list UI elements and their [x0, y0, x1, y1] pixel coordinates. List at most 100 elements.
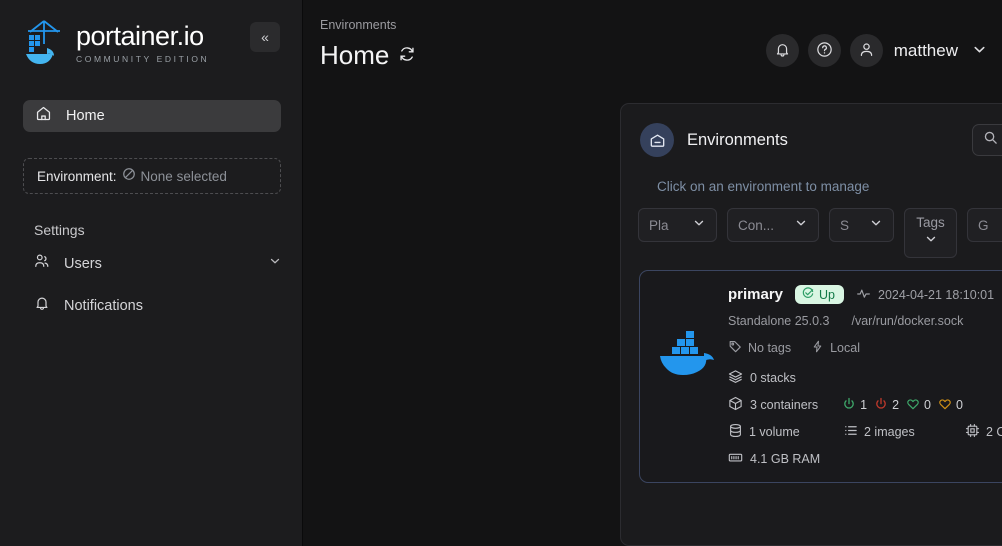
sidebar: portainer.io COMMUNITY EDITION « Home En…: [0, 0, 303, 546]
app-root: portainer.io COMMUNITY EDITION « Home En…: [0, 0, 1002, 546]
stat-volumes: 1 volume: [728, 423, 836, 441]
box-icon: [728, 396, 743, 414]
stat-images: 2 images: [843, 423, 958, 441]
stat-cpu: 2 CPU: [965, 423, 1002, 441]
notifications-button[interactable]: [765, 34, 799, 67]
filter-tags[interactable]: Tags: [904, 208, 957, 258]
home-icon: [35, 105, 52, 127]
environment-selector[interactable]: Environment: None selected: [23, 158, 281, 194]
chevron-down-icon: [869, 216, 883, 235]
heart-icon: [938, 397, 952, 414]
containers-unhealthy-value: 0: [955, 398, 963, 412]
environments-panel-title: Environments: [687, 130, 788, 149]
page-title: Home: [320, 40, 390, 70]
filter-groups[interactable]: G: [967, 208, 1002, 242]
stat-stacks: 0 stacks: [728, 369, 1002, 387]
containers-running: 1: [842, 397, 867, 414]
sidebar-item-users[interactable]: Users: [0, 247, 302, 280]
user-menu-button[interactable]: [971, 41, 988, 61]
users-icon: [34, 253, 50, 274]
environment-tags: No tags: [728, 339, 791, 356]
containers-stopped: 2: [874, 397, 899, 414]
environment-tags-label: No tags: [748, 340, 792, 355]
stat-resources: 1 volume 2 images 2: [728, 423, 1002, 441]
containers-healthy: 0: [906, 397, 931, 414]
header-actions: matthew: [765, 18, 1002, 71]
logo-subtitle: COMMUNITY EDITION: [76, 53, 210, 64]
list-icon: [843, 423, 858, 441]
heartbeat: 2024-04-21 18:10:01: [856, 286, 994, 304]
bell-icon: [34, 295, 50, 316]
environments-icon: [640, 123, 674, 157]
heart-icon: [906, 397, 920, 414]
containers-running-value: 1: [860, 398, 868, 412]
stat-images-label: 2 images: [864, 425, 915, 439]
tag-icon: [728, 339, 742, 356]
sidebar-item-notifications[interactable]: Notifications: [0, 289, 302, 322]
avatar[interactable]: [849, 34, 883, 67]
breadcrumb[interactable]: Environments: [320, 18, 766, 32]
environments-panel: Environments Click on an environment to …: [620, 103, 1002, 546]
environment-card[interactable]: primary Up 2024-04-21 18:10:01 Standalon…: [639, 270, 1002, 483]
power-icon: [842, 397, 856, 414]
memory-icon: [728, 450, 743, 468]
status-badge: Up: [795, 285, 845, 304]
status-badge-label: Up: [819, 287, 836, 302]
chevron-down-icon: [794, 216, 808, 235]
containers-stopped-value: 2: [892, 398, 900, 412]
power-icon: [874, 397, 888, 414]
no-entry-icon: [122, 167, 136, 186]
filter-platform-label: Pla: [649, 217, 669, 233]
environments-panel-header: Environments: [621, 122, 1002, 158]
stat-cpu-label: 2 CPU: [986, 425, 1002, 439]
pagination-footer: Items per page 10: [621, 483, 1002, 531]
main-content: Environments Home matthew Environments C…: [303, 0, 1002, 546]
bell-icon: [774, 41, 791, 61]
question-circle-icon: [815, 40, 834, 62]
environment-type: Standalone 25.0.3: [728, 314, 830, 328]
stat-stacks-label: 0 stacks: [750, 371, 796, 385]
stat-volumes-label: 1 volume: [749, 425, 800, 439]
environment-selector-value: None selected: [140, 168, 227, 184]
stat-ram: 4.1 GB RAM: [728, 450, 1002, 468]
sidebar-collapse-button[interactable]: «: [250, 22, 280, 52]
filter-groups-label: G: [978, 217, 989, 233]
chevron-down-icon: [971, 41, 988, 61]
page-header: Environments Home matthew: [303, 0, 1002, 71]
chevron-down-icon: [692, 216, 706, 235]
sidebar-section-settings: Settings: [34, 222, 85, 238]
user-icon: [858, 41, 875, 61]
filter-platform[interactable]: Pla: [638, 208, 717, 242]
filter-bar: Pla Con... S Tags G: [621, 194, 1002, 258]
sidebar-item-home[interactable]: Home: [23, 100, 281, 132]
filter-connection[interactable]: Con...: [727, 208, 819, 242]
environment-name: primary: [728, 286, 784, 303]
environment-card-body: primary Up 2024-04-21 18:10:01 Standalon…: [640, 271, 1002, 482]
heartbeat-value: 2024-04-21 18:10:01: [878, 287, 995, 302]
panel-hint: Click on an environment to manage: [657, 179, 870, 194]
environment-selector-label: Environment:: [37, 168, 117, 184]
chevron-down-icon: [924, 232, 938, 251]
portainer-logo-icon: [22, 18, 66, 68]
sidebar-item-notifications-label: Notifications: [64, 297, 143, 314]
stat-containers: 3 containers 1 2 0 0: [728, 396, 1002, 414]
refresh-button[interactable]: [398, 45, 416, 66]
environment-local-label: Local: [830, 340, 860, 355]
sidebar-item-home-label: Home: [66, 108, 105, 124]
layers-icon: [728, 369, 743, 387]
chevron-down-icon[interactable]: [268, 254, 282, 273]
containers-unhealthy: 0: [938, 397, 963, 414]
environment-local: Local: [811, 339, 860, 356]
user-name: matthew: [893, 40, 958, 60]
stat-ram-label: 4.1 GB RAM: [750, 452, 821, 466]
environment-url: /var/run/docker.sock: [851, 314, 964, 328]
filter-connection-label: Con...: [738, 217, 775, 233]
search-box[interactable]: [972, 124, 1002, 156]
filter-status[interactable]: S: [829, 208, 894, 242]
activity-icon: [856, 286, 871, 304]
check-circle-icon: [802, 287, 814, 302]
filter-status-label: S: [840, 217, 850, 233]
stat-containers-label: 3 containers: [750, 398, 819, 412]
filter-tags-label: Tags: [916, 215, 945, 230]
help-button[interactable]: [807, 34, 841, 67]
